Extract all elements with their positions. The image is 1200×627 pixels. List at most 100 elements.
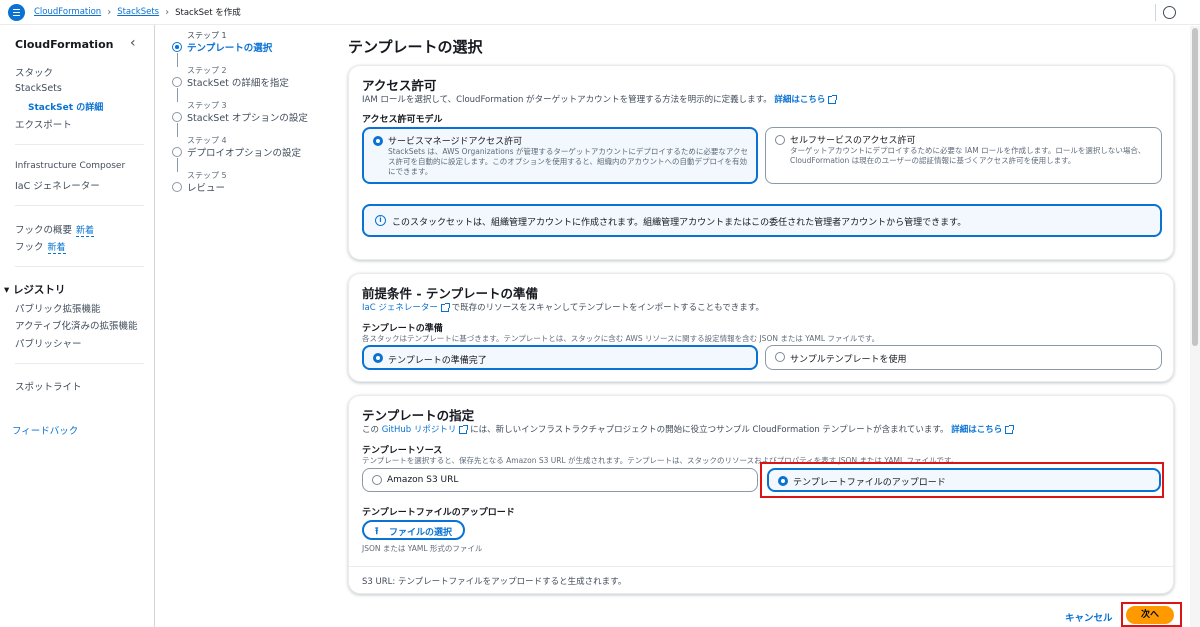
step-indicator-icon [172, 112, 182, 122]
radio-unselected-icon[interactable] [372, 475, 382, 485]
chevron-right-icon: › [165, 6, 170, 18]
choose-file-button[interactable]: ⭱ ファイルの選択 [362, 520, 465, 540]
divider [15, 205, 144, 206]
radio-selected-icon[interactable] [373, 136, 383, 146]
sidebar-item-label: フック [15, 242, 44, 253]
s3-url-label: S3 URL: [362, 577, 396, 587]
sidenav-title[interactable]: CloudFormation [15, 38, 113, 51]
divider [1155, 4, 1156, 21]
sidebar-item-stackset-details[interactable]: StackSet の詳細 [28, 100, 103, 113]
feedback-link[interactable]: フィードバック [12, 423, 78, 437]
chevron-right-icon: › [107, 6, 112, 18]
step-connector [176, 53, 178, 67]
sidebar-item-stacks[interactable]: スタック [15, 65, 53, 79]
page-title: テンプレートの選択 [348, 38, 483, 56]
divider [15, 266, 144, 267]
sidebar-item-public-extensions[interactable]: パブリック拡張機能 [15, 301, 101, 315]
new-badge: 新着 [47, 243, 66, 254]
desc-prefix: この [362, 425, 380, 435]
info-icon: i [375, 215, 386, 226]
breadcrumb-cloudformation[interactable]: CloudFormation [34, 7, 101, 17]
service-managed-option[interactable]: サービスマネージドアクセス許可 StackSets は、AWS Organiza… [362, 127, 758, 184]
external-link-icon [828, 94, 838, 104]
divider [15, 363, 144, 364]
upload-hint: JSON または YAML 形式のファイル [362, 544, 483, 553]
github-repo-link[interactable]: GitHub リポジトリ [382, 424, 469, 435]
step-indicator-icon [172, 77, 182, 87]
next-button[interactable]: 次へ [1126, 606, 1174, 624]
highlight-upload-option [760, 462, 1164, 498]
prerequisite-heading: 前提条件 - テンプレートの準備 [362, 286, 539, 301]
side-navigation: CloudFormation ‹ スタック StackSets StackSet… [0, 25, 155, 627]
learn-more-link[interactable]: 詳細はこちら [774, 94, 838, 105]
learn-more-label: 詳細はこちら [774, 95, 826, 105]
step-indicator-icon [172, 182, 182, 192]
radio-selected-icon[interactable] [373, 353, 383, 363]
top-bar: CloudFormation › StackSets › StackSet を作… [0, 0, 1200, 25]
step-connector [176, 88, 178, 102]
specify-template-heading: テンプレートの指定 [362, 408, 475, 423]
permissions-heading: アクセス許可 [362, 78, 437, 93]
s3-url-text: S3 URL: テンプレートファイルをアップロードすると生成されます。 [362, 575, 626, 587]
sidebar-item-stacksets[interactable]: StackSets [15, 83, 62, 94]
upload-file-label: テンプレートファイルのアップロード [362, 508, 515, 518]
permission-model-label: アクセス許可モデル [362, 115, 443, 125]
step-indicator-icon [172, 42, 182, 52]
iac-generator-description: IaC ジェネレーター で既存のリソースをスキャンしてテンプレートをインポートす… [362, 301, 764, 313]
external-link-icon [440, 302, 450, 312]
learn-more-link[interactable]: 詳細はこちら [951, 424, 1015, 435]
radio-unselected-icon[interactable] [775, 352, 785, 362]
menu-icon[interactable] [8, 4, 25, 21]
breadcrumb-stacksets[interactable]: StackSets [117, 7, 159, 17]
iac-generator-link[interactable]: IaC ジェネレーター [362, 302, 450, 313]
step-connector [176, 158, 178, 172]
desc-suffix: には、新しいインフラストラクチャプロジェクトの開始に役立つサンプル CloudF… [470, 425, 949, 435]
breadcrumb-current: StackSet を作成 [175, 8, 241, 18]
sidebar-item-activated-extensions[interactable]: アクティブ化済みの拡張機能 [15, 318, 137, 332]
scrollbar-thumb[interactable] [1192, 28, 1198, 346]
learn-more-label: 詳細はこちら [951, 425, 1003, 435]
cancel-button[interactable]: キャンセル [1065, 610, 1113, 624]
settings-icon[interactable] [1163, 6, 1176, 19]
sidebar-item-spotlight[interactable]: スポットライト [15, 379, 82, 393]
breadcrumb: CloudFormation › StackSets › StackSet を作… [34, 6, 241, 19]
service-managed-label: サービスマネージドアクセス許可 [388, 137, 523, 147]
sample-template-label: サンプルテンプレートを使用 [790, 355, 907, 365]
sidebar-item-hooks[interactable]: フック 新着 [15, 239, 66, 254]
sidebar-item-iac-generator[interactable]: IaC ジェネレーター [15, 178, 100, 192]
permissions-description-text: IAM ロールを選択して、CloudFormation がターゲットアカウントを… [362, 95, 772, 105]
external-link-icon [459, 424, 469, 434]
choose-file-label: ファイルの選択 [389, 528, 453, 538]
sidebar-item-label: フックの概要 [15, 225, 73, 236]
s3-url-value: テンプレートファイルをアップロードすると生成されます。 [397, 577, 627, 587]
info-alert-text: このスタックセットは、組織管理アカウントに作成されます。組織管理アカウントまたは… [392, 218, 967, 228]
permissions-description: IAM ロールを選択して、CloudFormation がターゲットアカウントを… [362, 93, 838, 105]
scrollbar[interactable] [1190, 26, 1200, 627]
step-title: レビュー [187, 183, 226, 194]
new-badge: 新着 [76, 226, 95, 237]
sidebar-item-exports[interactable]: エクスポート [15, 117, 72, 131]
sidebar-item-hooks-overview[interactable]: フックの概要 新着 [15, 222, 95, 237]
specify-template-description: この GitHub リポジトリ には、新しいインフラストラクチャプロジェクトの開… [362, 423, 1015, 435]
self-managed-option[interactable]: セルフサービスのアクセス許可 ターゲットアカウントにデプロイするために必要な I… [765, 127, 1162, 184]
amazon-s3-url-option[interactable]: Amazon S3 URL [362, 468, 758, 492]
self-managed-desc: ターゲットアカウントにデプロイするために必要な IAM ロールを作成します。ロー… [790, 146, 1146, 165]
info-alert: i このスタックセットは、組織管理アカウントに作成されます。組織管理アカウントま… [362, 204, 1162, 237]
sidebar-item-publishers[interactable]: パブリッシャー [15, 336, 82, 350]
step-title: StackSet の詳細を指定 [187, 78, 289, 89]
sidebar-section-label: レジストリ [12, 284, 66, 296]
close-nav-icon[interactable]: ‹ [130, 35, 136, 51]
iac-generator-link-label: IaC ジェネレーター [362, 303, 438, 313]
step-title: StackSet オプションの設定 [187, 113, 308, 124]
sidebar-item-infrastructure-composer[interactable]: Infrastructure Composer [15, 161, 125, 171]
sample-template-option[interactable]: サンプルテンプレートを使用 [765, 345, 1162, 370]
sidebar-section-registry[interactable]: ▾ レジストリ [4, 282, 65, 297]
template-ready-option[interactable]: テンプレートの準備完了 [362, 345, 758, 370]
upload-icon: ⭱ [375, 526, 379, 537]
step-title: テンプレートの選択 [187, 43, 273, 54]
s3-url-footer: S3 URL: テンプレートファイルをアップロードすると生成されます。 [349, 566, 1173, 593]
radio-unselected-icon[interactable] [775, 135, 785, 145]
step-indicator-icon [172, 147, 182, 157]
caret-down-icon: ▾ [4, 284, 10, 296]
self-managed-label: セルフサービスのアクセス許可 [790, 136, 916, 146]
